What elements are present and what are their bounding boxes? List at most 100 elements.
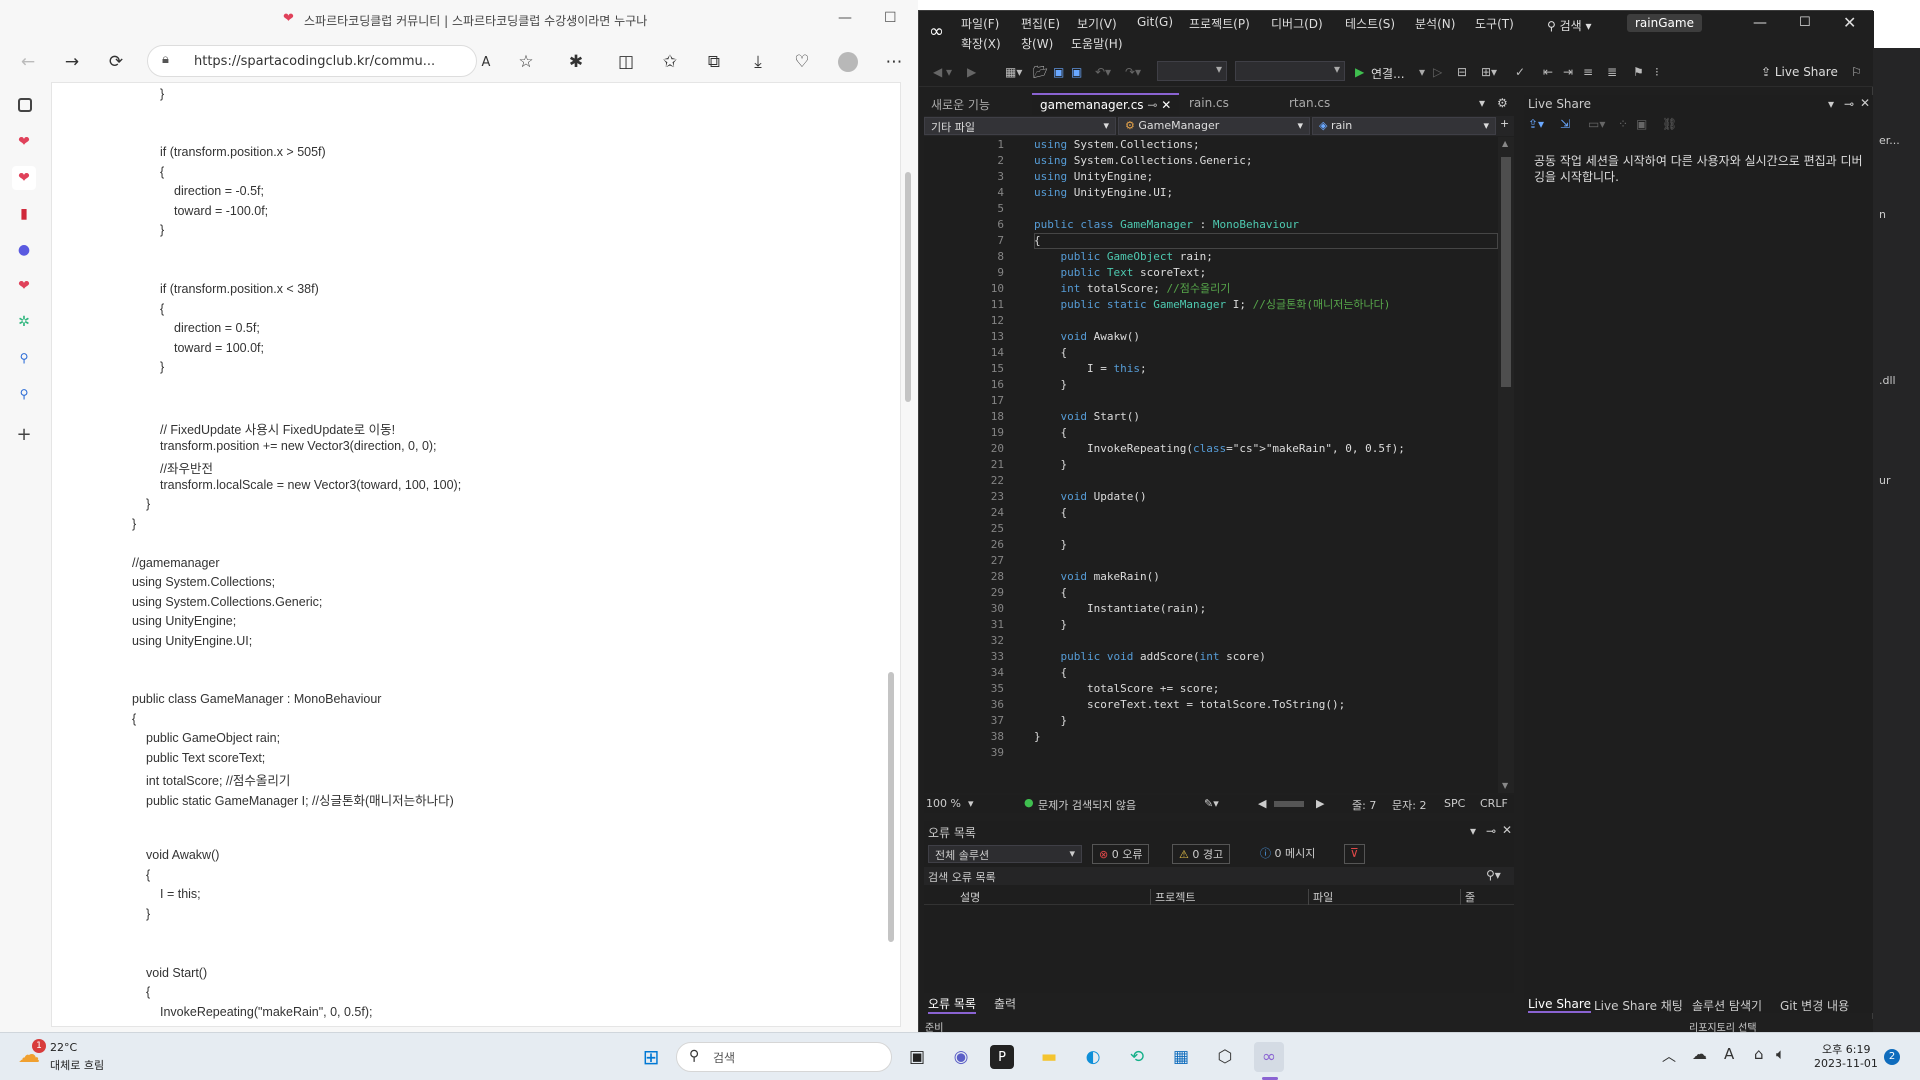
tab-settings-gear-icon[interactable]: ⚙ [1489, 93, 1516, 115]
menu-git[interactable]: Git(G) [1137, 15, 1173, 29]
code-line[interactable]: using UnityEngine; [1034, 169, 1153, 185]
panel-menu-icon[interactable]: ▾ [1470, 824, 1476, 838]
split-screen-icon[interactable]: ◫ [612, 48, 640, 76]
line-ending-indicator[interactable]: CRLF [1480, 797, 1508, 810]
code-line[interactable]: public static GameManager I; //싱글톤화(매니저는… [1034, 297, 1391, 313]
code-line[interactable]: InvokeRepeating(class="cs">"makeRain", 0… [1034, 441, 1405, 457]
ls-close-icon[interactable]: ✕ [1860, 96, 1870, 110]
panel-close-icon[interactable]: ✕ [1502, 823, 1512, 837]
network-icon[interactable]: ⌂ [1754, 1045, 1764, 1063]
code-line[interactable]: public GameObject rain; [1034, 249, 1213, 265]
run-dropdown-icon[interactable]: ▾ [1419, 65, 1425, 79]
layout-icon[interactable]: ⊞▾ [1481, 65, 1497, 79]
issues-status[interactable]: 문제가 검색되지 않음 [1038, 797, 1136, 813]
filter-icon[interactable]: ⊽ [1344, 844, 1365, 864]
page-scroll-thumb[interactable] [905, 172, 911, 402]
code-line[interactable]: void makeRain() [1034, 569, 1160, 585]
code-line[interactable]: void Start() [1034, 409, 1140, 425]
code-line[interactable]: totalScore += score; [1034, 681, 1219, 697]
editor-vertical-scrollbar[interactable]: ▲ ▼ [1498, 137, 1514, 793]
tab-output[interactable]: 출력 [994, 995, 1016, 1012]
ls-link-icon[interactable]: ⛓ [1662, 117, 1677, 131]
browser-essentials-icon[interactable]: ♡ [788, 48, 816, 76]
file-explorer-icon[interactable]: ▬ [1034, 1042, 1064, 1072]
tab-error-list[interactable]: 오류 목록 [928, 995, 976, 1014]
whitespace-indicator[interactable]: SPC [1444, 797, 1465, 810]
split-editor-icon[interactable]: + [1498, 117, 1514, 135]
refresh-icon[interactable]: ⟳ [102, 48, 130, 76]
hscroll-thumb[interactable] [1274, 801, 1304, 807]
code-line[interactable]: void Update() [1034, 489, 1147, 505]
nav-back-icon[interactable]: ◀ ▾ [933, 65, 952, 79]
ls-pin-icon[interactable]: ⊸ [1844, 97, 1854, 111]
vs-minimize-icon[interactable]: — [1753, 15, 1767, 31]
hscroll-right-icon[interactable]: ▶ [1316, 797, 1324, 810]
vs-search-box[interactable]: ⚲ 검색 ▾ [1547, 17, 1592, 34]
menu-test[interactable]: 테스트(S) [1345, 15, 1395, 32]
live-share-button[interactable]: ⇪ Live Share [1761, 65, 1838, 79]
menu-view[interactable]: 보기(V) [1077, 15, 1117, 32]
zoom-level[interactable]: 100 % [926, 797, 961, 810]
indent-icon[interactable]: ⇥ [1563, 65, 1573, 79]
menu-file[interactable]: 파일(F) [961, 15, 999, 32]
warnings-filter-button[interactable]: ⚠ 0 경고 [1172, 844, 1231, 864]
menu-extensions[interactable]: 확장(X) [961, 35, 1001, 52]
ls-terminal-icon[interactable]: ▭▾ [1588, 117, 1605, 131]
code-line[interactable]: using System.Collections.Generic; [1034, 153, 1253, 169]
nav-project-dropdown[interactable]: 기타 파일 ▾ [924, 117, 1116, 135]
code-line[interactable]: } [1034, 457, 1067, 473]
code-line[interactable]: scoreText.text = totalScore.ToString(); [1034, 697, 1345, 713]
uncomment-icon[interactable]: ≣ [1607, 65, 1617, 79]
code-line[interactable]: using System.Collections; [1034, 137, 1200, 153]
collections-icon[interactable]: ⧉ [700, 48, 728, 76]
start-no-debug-icon[interactable]: ▷ [1433, 65, 1442, 79]
menu-project[interactable]: 프로젝트(P) [1189, 15, 1250, 32]
panel-pin-icon[interactable]: ⊸ [1486, 824, 1496, 838]
sparta-heart-icon[interactable]: ❤ [12, 130, 36, 154]
code-line[interactable]: } [1034, 713, 1067, 729]
maximize-icon[interactable]: ☐ [884, 10, 897, 26]
code-line[interactable]: } [1034, 729, 1041, 745]
tab-rain[interactable]: rain.cs [1181, 93, 1237, 115]
url-text[interactable]: https://spartacodingclub.kr/commu... [194, 54, 435, 69]
format-icon[interactable]: ⇤ [1543, 65, 1553, 79]
store-icon[interactable]: ▦ [1166, 1042, 1196, 1072]
notification-badge[interactable]: 2 [1884, 1049, 1900, 1065]
circle-app-icon[interactable]: ● [12, 238, 36, 262]
tab-gamemanager[interactable]: gamemanager.cs ⊸ ✕ [1032, 93, 1180, 115]
comment-icon[interactable]: ≡ [1583, 65, 1593, 79]
vs-maximize-icon[interactable]: ☐ [1799, 15, 1811, 30]
error-search-icon[interactable]: ⚲▾ [1486, 868, 1501, 882]
error-scope-dropdown[interactable]: 전체 솔루션 ▾ [928, 845, 1082, 863]
menu-analyze[interactable]: 분석(N) [1415, 15, 1455, 32]
ls-share-icon[interactable]: ⇪▾ [1528, 117, 1544, 131]
tab-rtan[interactable]: rtan.cs [1281, 93, 1338, 115]
toolbox-icon[interactable]: ⊟ [1457, 65, 1467, 79]
save-icon[interactable]: ▣ [1053, 65, 1064, 79]
solution-config-dropdown[interactable]: ▾ [1157, 61, 1227, 81]
slack-icon[interactable]: ✲ [12, 310, 36, 334]
code-line[interactable]: public class GameManager : MonoBehaviour [1034, 217, 1299, 233]
error-search-bar[interactable]: 검색 오류 목록 ⚲▾ [924, 867, 1514, 885]
spell-icon[interactable]: ✓ [1515, 65, 1525, 79]
favorite-star-icon[interactable]: ☆ [512, 48, 540, 76]
profile-avatar[interactable] [834, 48, 862, 76]
zoom-dropdown-icon[interactable]: ▾ [968, 797, 974, 810]
errors-filter-button[interactable]: ⊗ 0 오류 [1092, 844, 1150, 864]
download-icon[interactable]: ⤓ [744, 48, 772, 76]
code-line[interactable]: { [1034, 585, 1067, 601]
clock-date[interactable]: 2023-11-01 [1814, 1057, 1878, 1070]
browser-tab-title[interactable]: 스파르타코딩클럽 커뮤니티 | 스파르타코딩클럽 수강생이라면 누구나 [304, 12, 647, 29]
extensions-icon[interactable]: ✱ [562, 48, 590, 76]
hscroll-left-icon[interactable]: ◀ [1258, 797, 1266, 810]
code-line[interactable]: Instantiate(rain); [1034, 601, 1206, 617]
unity-icon[interactable]: ⬡ [1210, 1042, 1240, 1072]
tab-git-changes[interactable]: Git 변경 내용 [1780, 997, 1849, 1014]
search-app-icon-2[interactable]: ⚲ [12, 382, 36, 406]
brush-icon[interactable]: ✎▾ [1204, 797, 1219, 810]
col-file[interactable]: 파일 [1308, 889, 1333, 905]
pin-icon[interactable]: ⊸ [1147, 98, 1157, 112]
tab-live-share[interactable]: Live Share [1528, 997, 1591, 1013]
bookmark-icon[interactable]: ⚑ [1633, 65, 1644, 79]
weather-desc[interactable]: 대체로 흐림 [50, 1057, 104, 1073]
